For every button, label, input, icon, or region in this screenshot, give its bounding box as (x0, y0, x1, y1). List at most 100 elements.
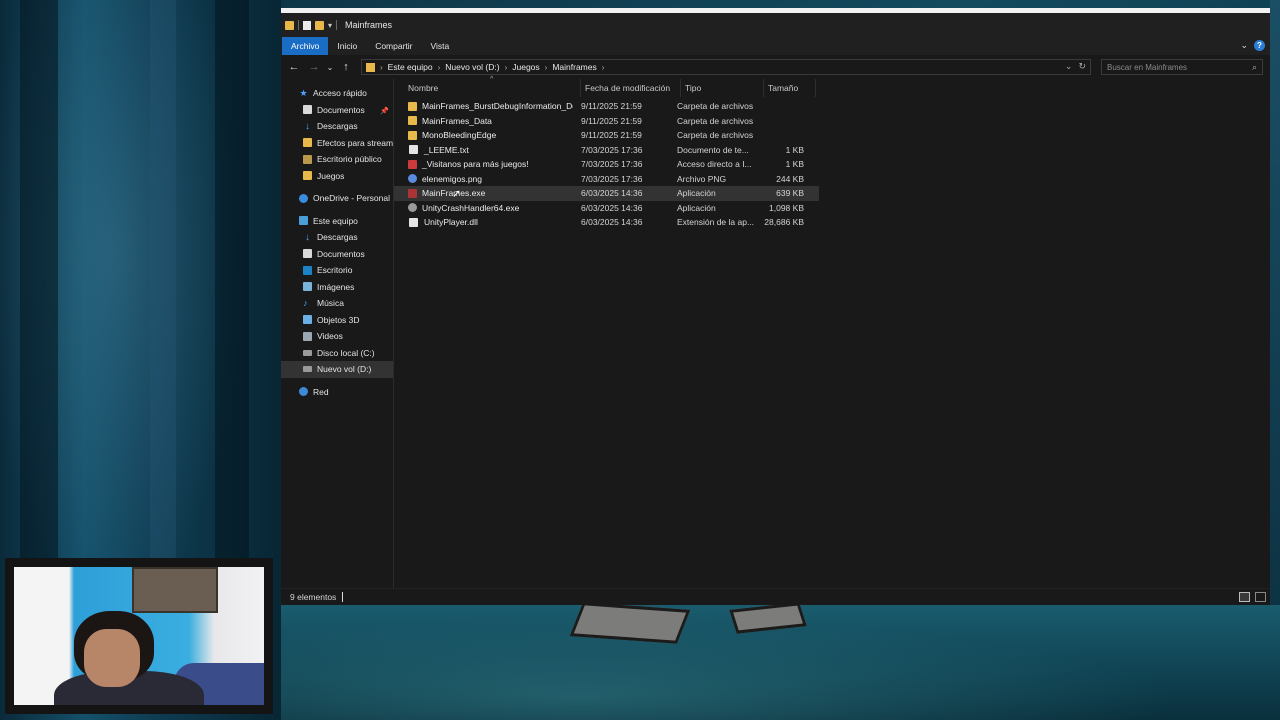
chevron-right-icon[interactable]: › (602, 63, 605, 72)
sidebar-item-efectos-para-stream[interactable]: Efectos para stream (281, 135, 393, 152)
sidebar-item-documentos[interactable]: Documentos (281, 102, 393, 119)
address-bar[interactable]: › Este equipo › Nuevo vol (D:) › Juegos … (361, 59, 1091, 75)
column-header-size[interactable]: Tamaño (764, 79, 816, 97)
file-date: 7/03/2025 17:36 (581, 144, 643, 155)
file-name: MonoBleedingEdge (422, 130, 497, 141)
file-size: 639 KB (776, 188, 804, 199)
folder-icon (408, 130, 417, 140)
sidebar-item-red[interactable]: Red (281, 384, 393, 401)
title-bar: ▾ Mainframes (281, 13, 1270, 37)
star-icon: ★ (299, 87, 308, 98)
chevron-right-icon[interactable]: › (380, 63, 383, 72)
up-arrow-icon[interactable]: ↑ (338, 59, 354, 75)
recent-locations-chevron-icon[interactable]: ⌄ (326, 59, 334, 75)
properties-icon[interactable] (303, 20, 311, 30)
file-type: Extensión de la ap... (677, 217, 754, 228)
file-list-pane: ^ Nombre Fecha de modificación Tipo Tama… (394, 76, 1270, 588)
sidebar-item-juegos[interactable]: Juegos (281, 168, 393, 185)
table-row[interactable]: MonoBleedingEdge 9/11/2025 21:59 Carpeta… (394, 128, 819, 143)
table-row[interactable]: MainFrames.exe 6/03/2025 14:36 Aplicació… (394, 186, 819, 201)
file-date: 6/03/2025 14:36 (581, 188, 643, 199)
drive-icon (303, 366, 312, 373)
documents-icon (303, 249, 312, 259)
music-icon: ♪ (303, 297, 308, 308)
customize-quick-access-icon[interactable]: ▾ (328, 21, 332, 30)
details-view-icon[interactable] (1239, 592, 1250, 602)
file-name: _LEEME.txt (424, 144, 469, 155)
sidebar-item-documentos-pc[interactable]: Documentos (281, 246, 393, 263)
search-icon: ⌕ (1251, 62, 1257, 72)
pin-icon: 📌 (380, 108, 389, 115)
breadcrumb-mainframes[interactable]: Mainframes (552, 62, 596, 72)
file-type: Aplicación (677, 188, 716, 199)
help-icon[interactable]: ? (1254, 40, 1265, 51)
table-row[interactable]: _Visitanos para más juegos! 7/03/2025 17… (394, 157, 819, 172)
table-row[interactable]: elenemigos.png 7/03/2025 17:36 Archivo P… (394, 172, 819, 187)
column-header-name[interactable]: Nombre (406, 79, 581, 97)
separator (336, 20, 338, 30)
folder-icon (303, 171, 312, 181)
sidebar-item-videos[interactable]: Videos (281, 328, 393, 345)
breadcrumb-este-equipo[interactable]: Este equipo (388, 62, 433, 72)
sidebar-item-objetos-3d[interactable]: Objetos 3D (281, 312, 393, 329)
file-type: Documento de te... (677, 144, 749, 155)
address-row: ← → ⌄ ↑ › Este equipo › Nuevo vol (D:) ›… (281, 55, 1270, 79)
file-date: 7/03/2025 17:36 (581, 159, 643, 170)
new-folder-icon[interactable] (315, 20, 324, 30)
file-name: UnityPlayer.dll (424, 217, 478, 228)
wallpaper-tree (20, 0, 58, 560)
sidebar-item-este-equipo[interactable]: Este equipo (281, 213, 393, 230)
large-icons-view-icon[interactable] (1255, 592, 1266, 602)
webcam-shelf (132, 567, 218, 613)
desktop-wallpaper-edge (1270, 0, 1280, 605)
drive-icon (303, 349, 312, 356)
sidebar-item-label: Acceso rápido (313, 88, 367, 99)
tab-vista[interactable]: Vista (422, 37, 459, 55)
breadcrumb-juegos[interactable]: Juegos (512, 62, 539, 72)
documents-icon (303, 105, 312, 115)
file-date: 6/03/2025 14:36 (581, 202, 643, 213)
search-box[interactable]: ⌕ (1101, 59, 1263, 75)
sidebar-item-musica[interactable]: ♪ Música (281, 295, 393, 312)
back-arrow-icon[interactable]: ← (286, 59, 302, 75)
refresh-icon[interactable]: ↻ (1078, 61, 1086, 72)
separator (342, 592, 344, 602)
sort-ascending-icon: ^ (490, 76, 494, 83)
table-row[interactable]: UnityCrashHandler64.exe 6/03/2025 14:36 … (394, 201, 819, 216)
table-row[interactable]: MainFrames_Data 9/11/2025 21:59 Carpeta … (394, 114, 819, 129)
sidebar-item-nuevo-vol-d[interactable]: Nuevo vol (D:) (281, 361, 393, 378)
tab-inicio[interactable]: Inicio (328, 37, 366, 55)
sidebar-item-disco-local-c[interactable]: Disco local (C:) (281, 345, 393, 362)
sidebar-item-onedrive[interactable]: OneDrive - Personal (281, 190, 393, 207)
sidebar-item-escritorio-publico[interactable]: Escritorio público (281, 151, 393, 168)
file-type: Carpeta de archivos (677, 130, 754, 141)
file-size: 28,686 KB (764, 217, 804, 228)
column-header-type[interactable]: Tipo (681, 79, 764, 97)
chevron-right-icon[interactable]: › (438, 63, 441, 72)
table-row[interactable]: UnityPlayer.dll 6/03/2025 14:36 Extensió… (394, 215, 819, 230)
sidebar-item-escritorio[interactable]: Escritorio (281, 262, 393, 279)
tab-archivo[interactable]: Archivo (282, 37, 329, 55)
tab-compartir[interactable]: Compartir (366, 37, 421, 55)
search-input[interactable] (1107, 62, 1242, 72)
chevron-right-icon[interactable]: › (545, 63, 548, 72)
table-row[interactable]: _LEEME.txt 7/03/2025 17:36 Documento de … (394, 143, 819, 158)
chevron-right-icon[interactable]: › (505, 63, 508, 72)
expand-ribbon-icon[interactable]: ⌄ (1240, 40, 1248, 51)
forward-arrow-icon[interactable]: → (306, 59, 322, 75)
breadcrumb-nuevo-vol[interactable]: Nuevo vol (D:) (445, 62, 499, 72)
folder-icon (366, 62, 375, 72)
file-size: 1 KB (785, 159, 804, 170)
separator (298, 20, 299, 30)
sidebar-item-descargas-pc[interactable]: ↓ Descargas (281, 229, 393, 246)
table-row[interactable]: MainFrames_BurstDebugInformation_Do... 9… (394, 99, 819, 114)
column-header-date[interactable]: Fecha de modificación (581, 79, 681, 97)
webcam-feed (14, 567, 264, 705)
sidebar-item-label: Música (317, 298, 344, 309)
webcam-overlay (5, 558, 273, 714)
sidebar-item-imagenes[interactable]: Imágenes (281, 279, 393, 296)
address-history-chevron-icon[interactable]: ⌄ (1065, 61, 1073, 72)
folder-icon (408, 101, 417, 111)
sidebar-item-descargas[interactable]: ↓ Descargas (281, 118, 393, 135)
sidebar-item-quick-access[interactable]: ★ Acceso rápido (281, 85, 393, 102)
